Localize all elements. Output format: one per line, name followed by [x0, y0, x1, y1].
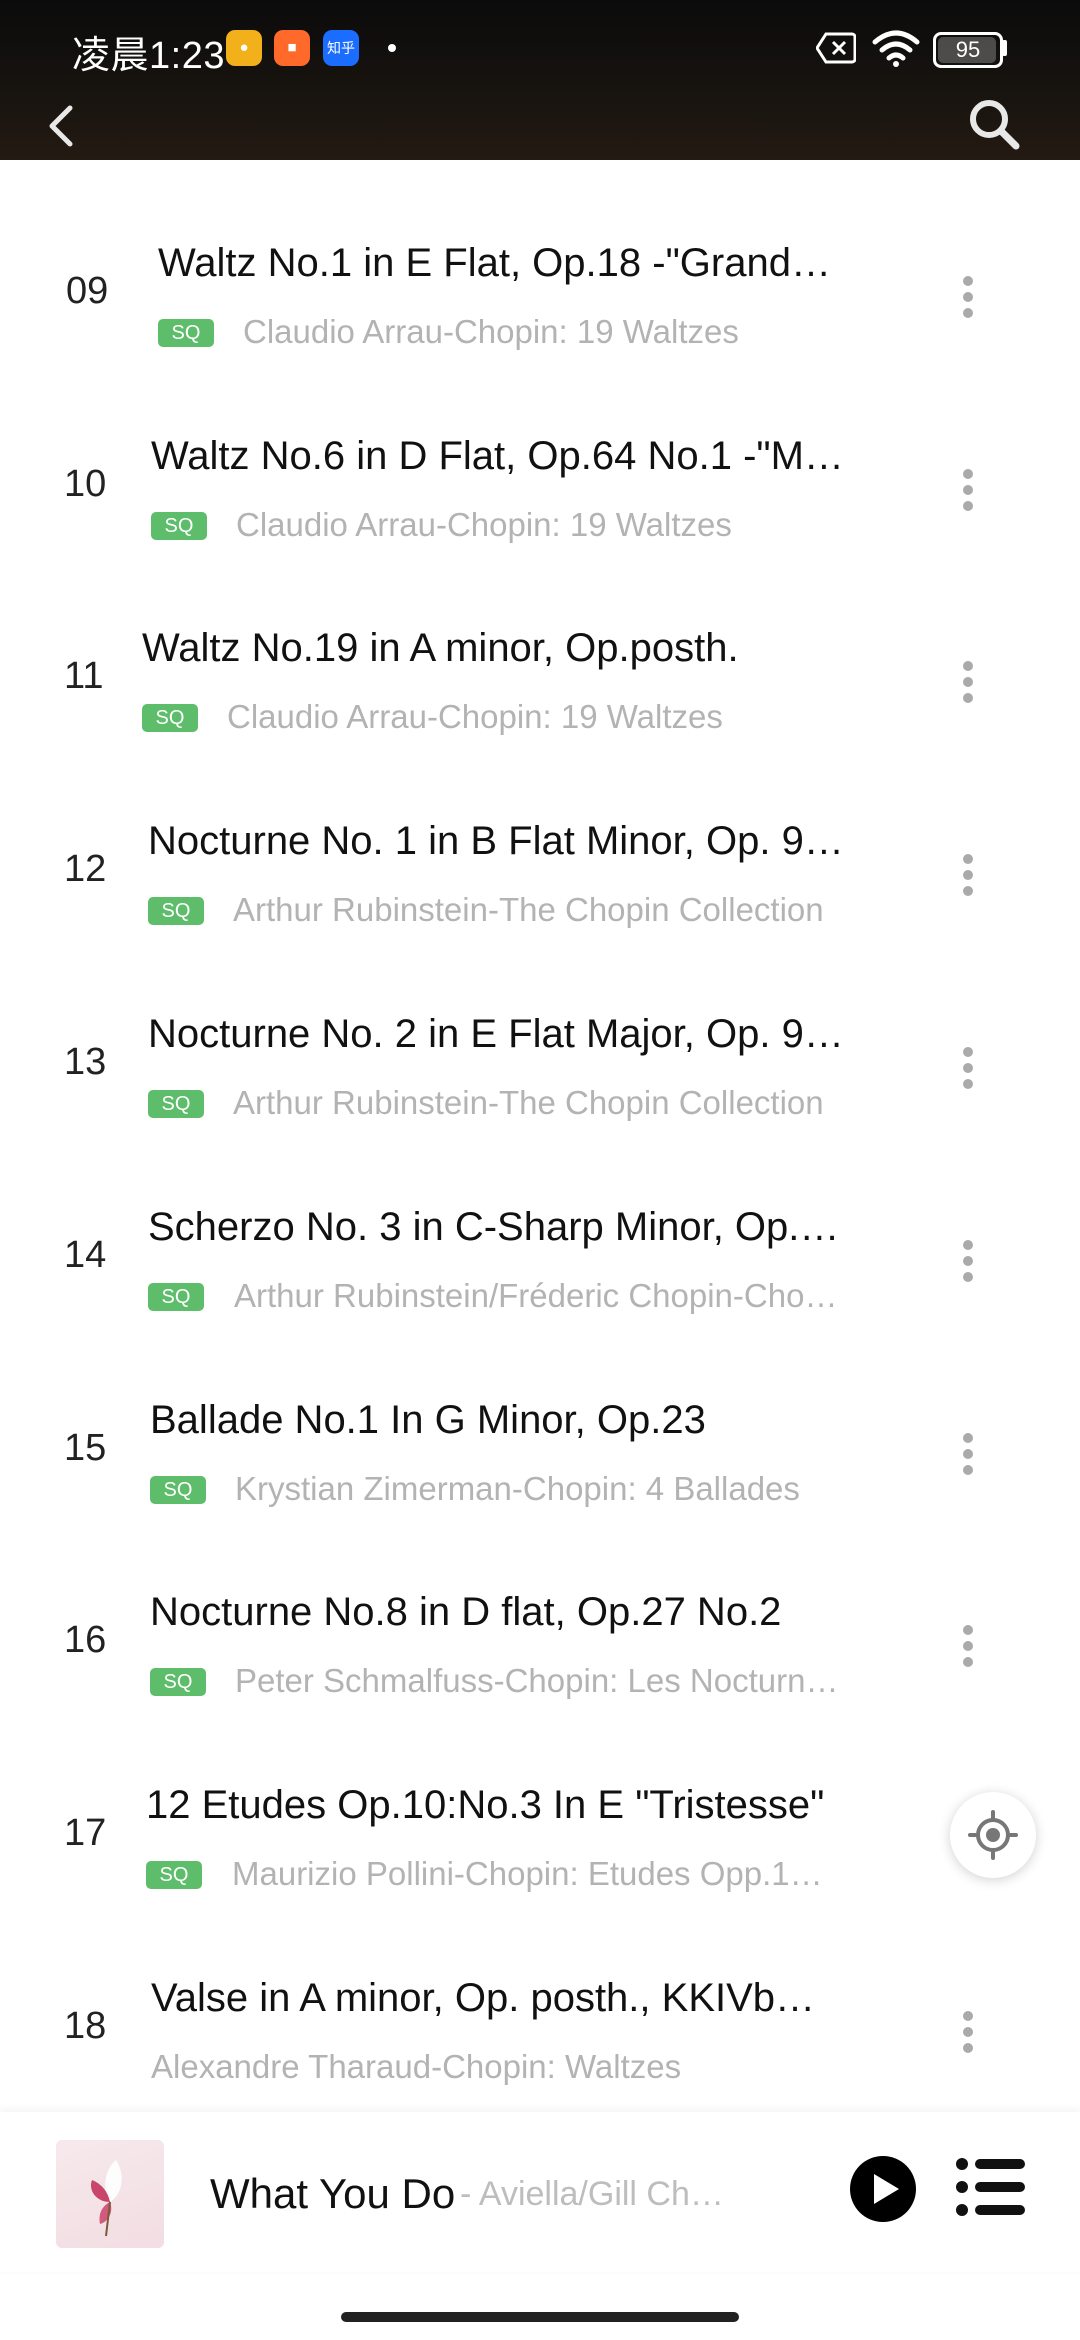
now-playing-artist: - Aviella/Gill Chang	[460, 2175, 730, 2213]
home-indicator[interactable]	[341, 2312, 739, 2322]
track-title: Nocturne No. 2 in E Flat Major, Op. 9 No…	[148, 1012, 848, 1056]
track-number: 12	[64, 848, 107, 890]
track-number: 10	[64, 463, 107, 505]
track-row[interactable]: 14 Scherzo No. 3 in C-Sharp Minor, Op. 3…	[0, 1174, 1080, 1367]
track-title: Nocturne No. 1 in B Flat Minor, Op. 9 No…	[148, 819, 848, 863]
more-options-icon[interactable]	[954, 848, 982, 920]
track-number: 13	[64, 1041, 107, 1083]
sq-badge: SQ	[148, 1283, 204, 1311]
track-title: 12 Etudes Op.10:No.3 In E "Tristesse"	[146, 1783, 825, 1827]
status-time: 凌晨1:23	[72, 35, 225, 77]
sq-badge: SQ	[142, 704, 198, 732]
track-row[interactable]: 17 12 Etudes Op.10:No.3 In E "Tristesse"…	[0, 1752, 1080, 1945]
more-options-icon[interactable]	[954, 463, 982, 535]
locate-current-button[interactable]	[950, 1792, 1036, 1878]
track-row[interactable]: 12 Nocturne No. 1 in B Flat Minor, Op. 9…	[0, 788, 1080, 981]
sq-badge: SQ	[151, 512, 207, 540]
track-row[interactable]: 11 Waltz No.19 in A minor, Op.posth. SQ …	[0, 595, 1080, 788]
battery-tip	[1002, 40, 1007, 56]
track-row[interactable]: 18 Valse in A minor, Op. posth., KKIVb N…	[0, 1945, 1080, 2138]
battery-indicator: 95	[933, 32, 1003, 68]
track-row[interactable]: 10 Waltz No.6 in D Flat, Op.64 No.1 -"Mi…	[0, 403, 1080, 596]
header: 凌晨1:23 ● ■ 知乎 95	[0, 0, 1080, 160]
track-subtitle: Krystian Zimerman-Chopin: 4 Ballades	[235, 1470, 800, 1507]
track-title: Waltz No.1 in E Flat, Op.18 -"Grande Val…	[158, 241, 838, 285]
album-cover[interactable]	[56, 2140, 164, 2248]
sq-badge: SQ	[150, 1668, 206, 1696]
track-subtitle: Arthur Rubinstein/Fréderic Chopin-Chopin	[234, 1277, 839, 1314]
more-options-icon[interactable]	[954, 1619, 982, 1691]
play-button[interactable]	[850, 2156, 916, 2222]
track-number: 15	[64, 1427, 107, 1469]
zhihu-app-icon: 知乎	[323, 30, 359, 66]
playlist-icon[interactable]	[955, 2156, 1027, 2218]
more-options-icon[interactable]	[954, 270, 982, 342]
track-row[interactable]: 09 Waltz No.1 in E Flat, Op.18 -"Grande …	[0, 210, 1080, 403]
track-title: Waltz No.19 in A minor, Op.posth.	[142, 626, 739, 670]
bird-app-icon: ●	[226, 30, 262, 66]
more-options-icon[interactable]	[954, 1427, 982, 1499]
notification-dot-icon	[388, 44, 396, 52]
track-number: 18	[64, 2005, 107, 2047]
play-icon	[874, 2174, 899, 2204]
track-subtitle: Claudio Arrau-Chopin: 19 Waltzes	[243, 313, 739, 350]
sq-badge: SQ	[158, 319, 214, 347]
track-number: 14	[64, 1234, 107, 1276]
more-options-icon[interactable]	[954, 1041, 982, 1113]
more-options-icon[interactable]	[954, 655, 982, 727]
track-subtitle: Maurizio Pollini-Chopin: Etudes Opp.10 &…	[232, 1855, 837, 1892]
track-title: Nocturne No.8 in D flat, Op.27 No.2	[150, 1590, 782, 1634]
track-subtitle: Peter Schmalfuss-Chopin: Les Nocturnes	[235, 1662, 840, 1699]
back-icon[interactable]	[40, 98, 84, 154]
locate-icon	[968, 1810, 1018, 1860]
track-subtitle: Alexandre Tharaud-Chopin: Waltzes	[151, 2048, 682, 2085]
track-number: 09	[66, 270, 109, 312]
wifi-icon	[872, 30, 920, 67]
mini-player[interactable]: What You Do - Aviella/Gill Chang	[0, 2112, 1080, 2272]
no-sim-icon	[816, 32, 856, 64]
track-title: Ballade No.1 In G Minor, Op.23	[150, 1398, 706, 1442]
track-number: 16	[64, 1619, 107, 1661]
track-row[interactable]: 15 Ballade No.1 In G Minor, Op.23 SQ Kry…	[0, 1367, 1080, 1560]
track-row[interactable]: 16 Nocturne No.8 in D flat, Op.27 No.2 S…	[0, 1559, 1080, 1752]
sq-badge: SQ	[150, 1476, 206, 1504]
more-options-icon[interactable]	[954, 2005, 982, 2077]
flower-artwork-icon	[90, 2160, 122, 2237]
sq-badge: SQ	[146, 1861, 202, 1889]
track-number: 11	[64, 655, 104, 697]
sq-badge: SQ	[148, 1090, 204, 1118]
sq-badge: SQ	[148, 897, 204, 925]
track-number: 17	[64, 1812, 107, 1854]
shop-app-icon: ■	[274, 30, 310, 66]
track-subtitle: Claudio Arrau-Chopin: 19 Waltzes	[236, 506, 732, 543]
track-subtitle: Arthur Rubinstein-The Chopin Collection	[233, 1084, 824, 1121]
search-icon[interactable]	[964, 94, 1024, 154]
track-row[interactable]: 13 Nocturne No. 2 in E Flat Major, Op. 9…	[0, 981, 1080, 1174]
track-subtitle: Claudio Arrau-Chopin: 19 Waltzes	[227, 698, 723, 735]
now-playing-title: What You Do	[210, 2170, 456, 2217]
track-subtitle: Arthur Rubinstein-The Chopin Collection	[233, 891, 824, 928]
track-title: Valse in A minor, Op. posth., KKIVb No.1…	[151, 1976, 821, 2020]
track-title: Scherzo No. 3 in C-Sharp Minor, Op. 39	[148, 1205, 843, 1249]
more-options-icon[interactable]	[954, 1234, 982, 1306]
track-title: Waltz No.6 in D Flat, Op.64 No.1 -"Minut…	[151, 434, 851, 478]
